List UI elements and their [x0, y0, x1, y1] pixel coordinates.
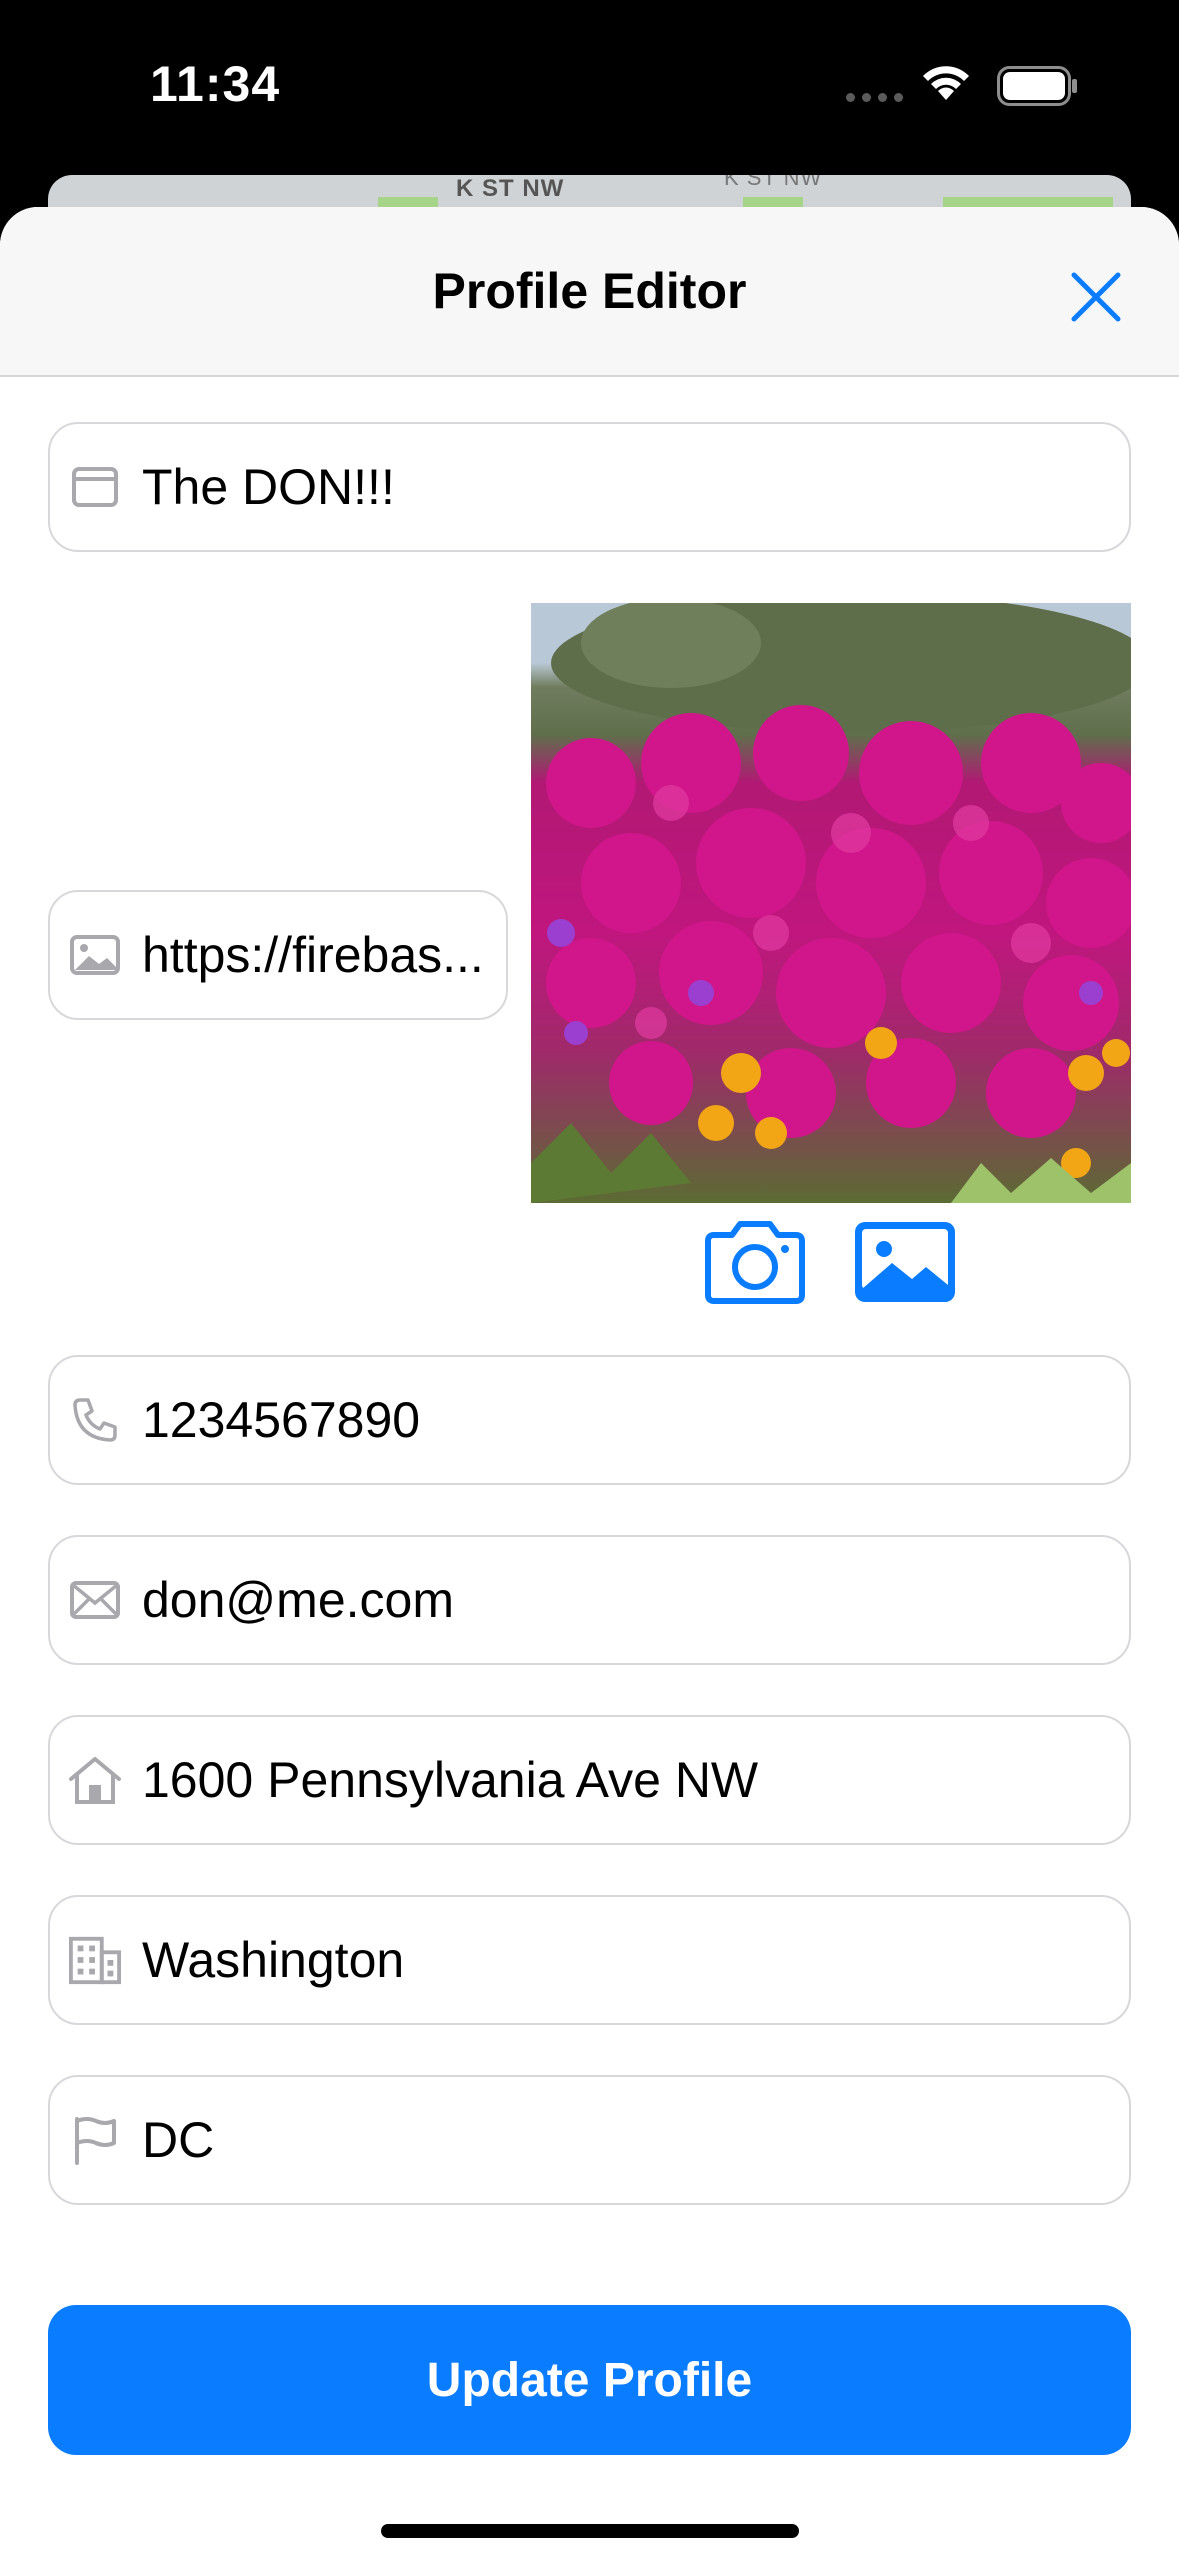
street-field[interactable]: 1600 Pennsylvania Ave NW: [48, 1715, 1131, 1845]
sheet-header: Profile Editor: [0, 207, 1179, 377]
map-street-label: K ST NW: [456, 175, 565, 202]
street-value: 1600 Pennsylvania Ave NW: [142, 1752, 759, 1808]
status-time: 11:34: [150, 56, 281, 112]
photo-icon: [68, 928, 122, 982]
status-bar: 11:34: [0, 0, 1179, 175]
window-icon: [68, 460, 122, 514]
update-profile-button[interactable]: Update Profile: [48, 2305, 1131, 2455]
image-url-field[interactable]: https://firebas...: [48, 890, 508, 1020]
state-value: DC: [142, 2112, 215, 2168]
email-value: don@me.com: [142, 1572, 454, 1628]
close-icon[interactable]: [1066, 267, 1126, 327]
email-field[interactable]: don@me.com: [48, 1535, 1131, 1665]
page-title: Profile Editor: [432, 263, 747, 319]
camera-button[interactable]: [700, 1217, 810, 1307]
camera-icon: [705, 1221, 805, 1304]
phone-value: 1234567890: [142, 1392, 421, 1448]
name-value: The DON!!!: [142, 459, 395, 515]
name-field[interactable]: The DON!!!: [48, 422, 1131, 552]
house-icon: [68, 1753, 122, 1807]
phone-field[interactable]: 1234567890: [48, 1355, 1131, 1485]
profile-editor-sheet: Profile Editor The DON!!! https://fireba…: [0, 207, 1179, 2556]
image-url-value: https://firebas...: [142, 927, 484, 983]
state-field[interactable]: DC: [48, 2075, 1131, 2205]
map-street-label-2: K ST NW: [724, 175, 823, 190]
building-icon: [68, 1933, 122, 1987]
battery-icon: [997, 66, 1077, 106]
flag-icon: [68, 2113, 122, 2167]
city-value: Washington: [142, 1932, 405, 1988]
envelope-icon: [68, 1573, 122, 1627]
cellular-signal-icon: [846, 93, 903, 102]
phone-icon: [68, 1393, 122, 1447]
wifi-icon: [923, 66, 969, 100]
city-field[interactable]: Washington: [48, 1895, 1131, 2025]
photo-library-button[interactable]: [850, 1217, 960, 1307]
photo-actions: [700, 1217, 960, 1307]
profile-photo: [531, 603, 1131, 1203]
photo-library-icon: [855, 1222, 955, 1302]
home-indicator: [381, 2524, 799, 2538]
update-profile-label: Update Profile: [426, 2353, 753, 2407]
